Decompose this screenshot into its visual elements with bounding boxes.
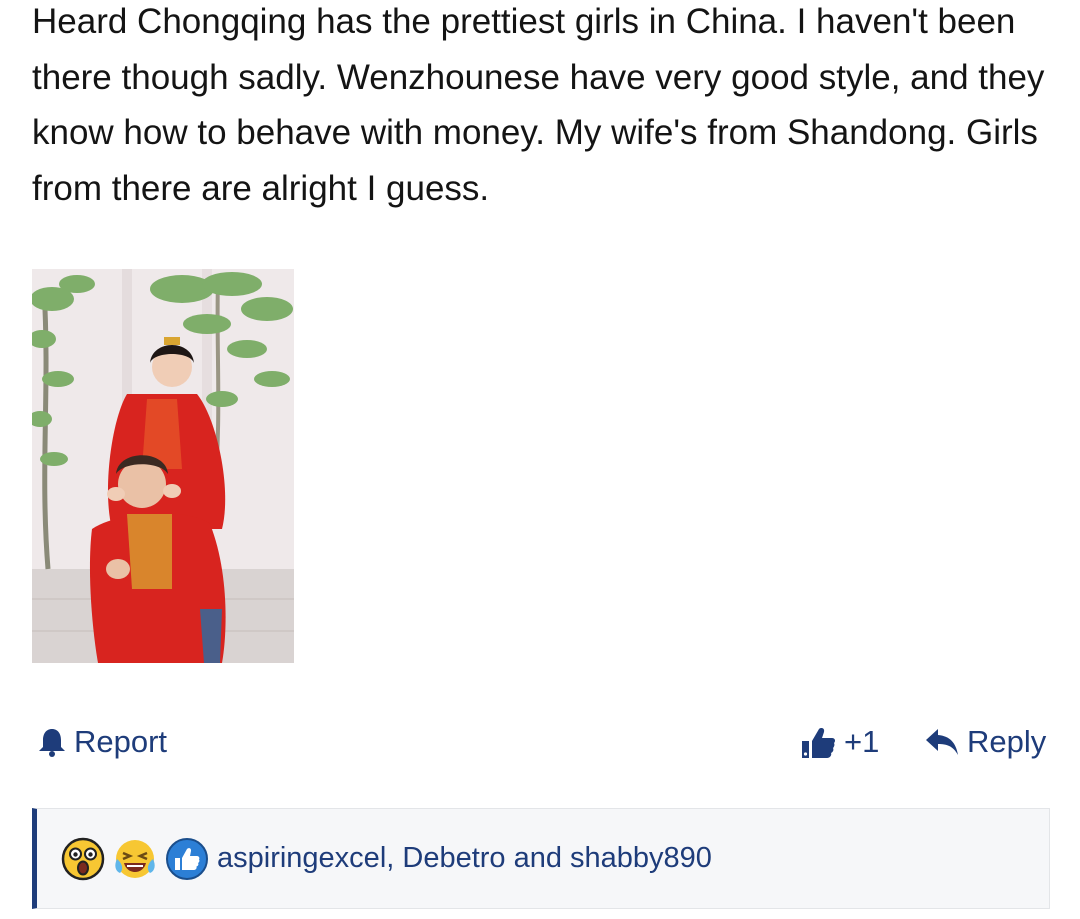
report-button[interactable]: Report <box>38 720 167 764</box>
crying-laughing-face-icon <box>113 837 157 881</box>
like-count: +1 <box>844 724 880 759</box>
thumbs-up-icon <box>800 724 836 760</box>
post-body-text: Heard Chongqing has the prettiest girls … <box>32 2 1045 208</box>
reply-button[interactable]: Reply <box>925 720 1046 764</box>
astonished-face-icon <box>61 837 105 881</box>
post-actions: Report +1 Reply <box>0 720 1080 764</box>
post-photo[interactable] <box>32 269 294 663</box>
reactions-bar[interactable]: aspiringexcel, Debetro and shabby890 <box>32 808 1050 909</box>
reply-arrow-icon <box>925 727 959 757</box>
bell-icon <box>38 727 66 757</box>
like-button[interactable]: +1 <box>800 720 879 764</box>
reacted-by-users[interactable]: aspiringexcel, Debetro and shabby890 <box>217 842 712 875</box>
report-label: Report <box>74 724 168 759</box>
thumbs-up-like-icon <box>165 837 209 881</box>
reply-label: Reply <box>967 724 1047 759</box>
